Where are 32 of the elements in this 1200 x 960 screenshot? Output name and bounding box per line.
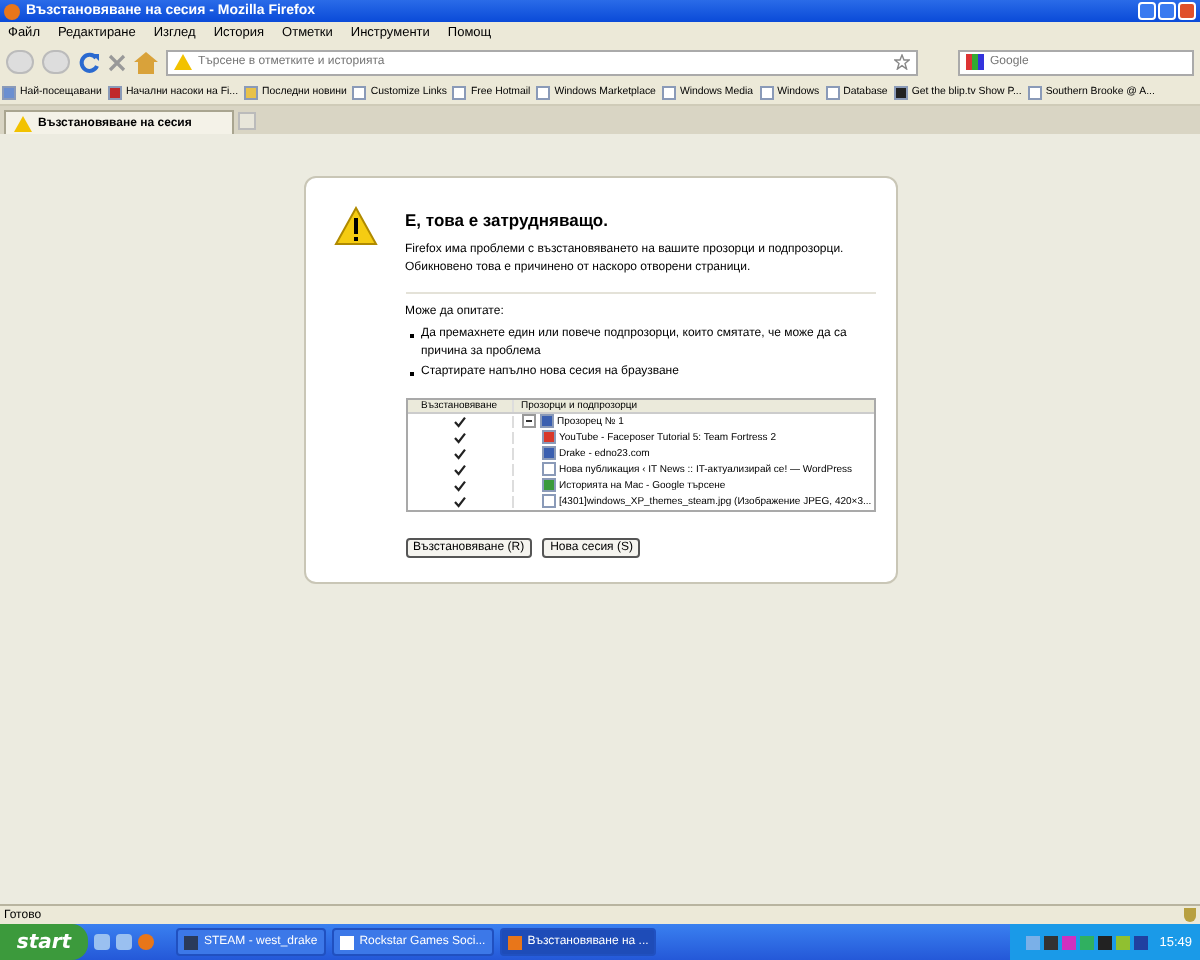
stop-icon[interactable] (108, 53, 126, 71)
bookmark-icon (759, 85, 774, 99)
minimize-button[interactable] (1138, 2, 1156, 20)
start-button[interactable]: start (0, 924, 88, 960)
shield-icon (1184, 908, 1196, 922)
bookmark-icon (2, 85, 16, 99)
reload-icon[interactable] (78, 51, 100, 73)
warning-icon (333, 206, 377, 246)
collapse-toggle[interactable] (521, 414, 535, 429)
bookmark-icon (893, 85, 908, 99)
firefox-icon (4, 3, 20, 19)
error-title: Е, това е затрудняващо. (405, 210, 610, 230)
checkmark-icon[interactable] (453, 431, 465, 444)
bookmark-icon (661, 85, 676, 99)
bookmark-icon (452, 85, 467, 99)
close-button[interactable] (1178, 2, 1196, 20)
checkmark-icon[interactable] (453, 415, 465, 428)
bookmark-icon (352, 85, 367, 99)
bookmark-icon (536, 85, 551, 99)
session-tree[interactable] (405, 397, 875, 512)
warning-icon (174, 54, 192, 70)
checkmark-icon[interactable] (453, 447, 465, 460)
checkmark-icon[interactable] (453, 463, 465, 476)
star-icon[interactable] (894, 54, 910, 70)
bookmark-icon (1027, 85, 1042, 99)
bookmark-icon (107, 85, 122, 99)
maximize-button[interactable] (1158, 2, 1176, 20)
bookmark-icon (244, 85, 259, 99)
checkmark-icon[interactable] (453, 479, 465, 492)
window-icon (539, 414, 553, 429)
bookmark-icon (825, 85, 840, 99)
checkmark-icon[interactable] (453, 495, 465, 508)
